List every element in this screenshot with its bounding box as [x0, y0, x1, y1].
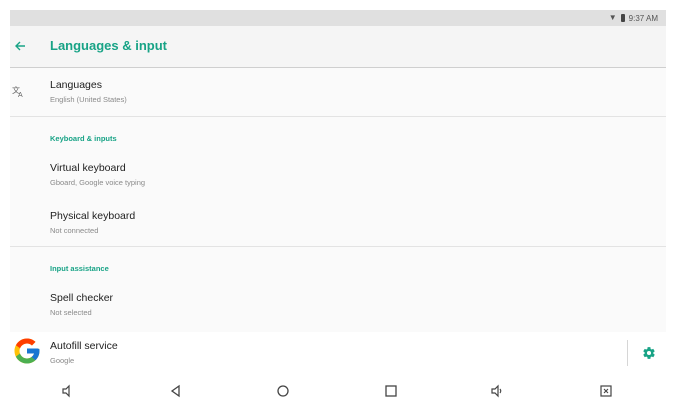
- assistance-section-header: Input assistance: [50, 264, 109, 273]
- status-bar: ▼ 9:37 AM: [10, 10, 666, 26]
- app-bar: Languages & input: [10, 26, 666, 68]
- languages-title: Languages: [50, 79, 102, 91]
- google-g-icon: [14, 338, 40, 364]
- spell-checker-summary: Not selected: [50, 308, 92, 317]
- home-circle-icon[interactable]: [275, 383, 291, 399]
- back-triangle-icon[interactable]: [168, 383, 184, 399]
- battery-icon: [620, 14, 625, 22]
- virtual-keyboard-title: Virtual keyboard: [50, 162, 126, 174]
- gear-icon[interactable]: [642, 346, 656, 360]
- physical-keyboard-item[interactable]: Physical keyboard Not connected: [10, 200, 666, 244]
- autofill-service-summary: Google: [50, 356, 75, 365]
- divider: [10, 246, 666, 247]
- status-time: 9:37 AM: [628, 13, 658, 23]
- keyboard-section-header: Keyboard & inputs: [50, 134, 117, 143]
- virtual-keyboard-summary: Gboard, Google voice typing: [50, 178, 146, 187]
- settings-list: 文 A Languages English (United States) Ke…: [10, 68, 666, 374]
- autofill-service-item[interactable]: Autofill service Google: [10, 332, 666, 374]
- recents-square-icon[interactable]: [383, 383, 399, 399]
- languages-item[interactable]: 文 A Languages English (United States): [10, 68, 666, 116]
- languages-summary: English (United States): [50, 95, 127, 104]
- page-title: Languages & input: [50, 38, 167, 53]
- physical-keyboard-summary: Not connected: [50, 226, 99, 235]
- svg-text:A: A: [18, 92, 23, 98]
- spell-checker-item[interactable]: Spell checker Not selected: [10, 282, 666, 326]
- back-arrow-icon[interactable]: [10, 34, 30, 58]
- physical-keyboard-title: Physical keyboard: [50, 210, 136, 222]
- volume-up-icon[interactable]: [490, 383, 506, 399]
- navigation-bar: [10, 376, 666, 406]
- volume-down-icon[interactable]: [60, 383, 76, 399]
- autofill-service-title: Autofill service: [50, 340, 118, 352]
- spell-checker-title: Spell checker: [50, 292, 114, 304]
- translate-icon: 文 A: [12, 84, 32, 100]
- divider: [10, 116, 666, 117]
- vertical-divider: [627, 340, 628, 366]
- wifi-icon: ▼: [608, 13, 617, 22]
- virtual-keyboard-item[interactable]: Virtual keyboard Gboard, Google voice ty…: [10, 152, 666, 194]
- screenshot-icon[interactable]: [598, 383, 614, 399]
